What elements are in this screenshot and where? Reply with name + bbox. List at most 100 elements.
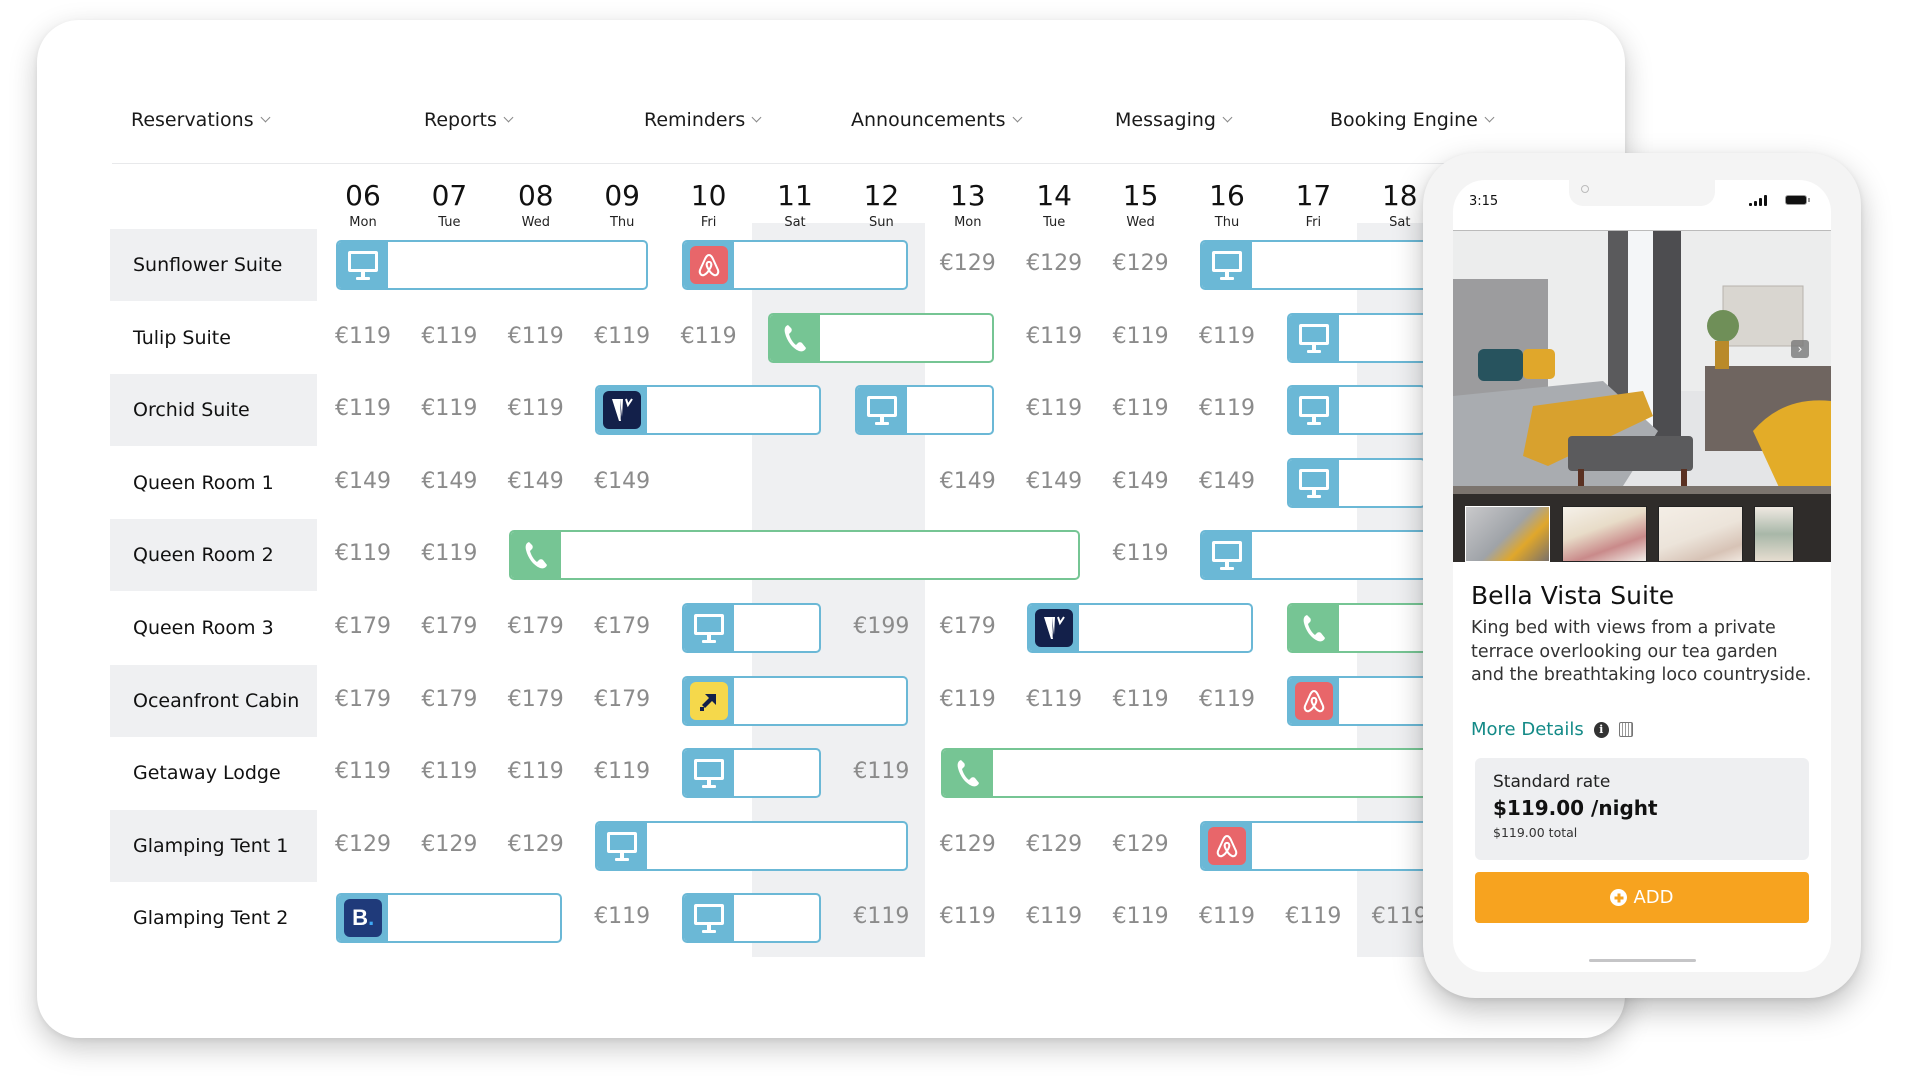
nightly-rate[interactable]: €179 (320, 614, 406, 639)
nightly-rate[interactable]: €119 (493, 324, 579, 349)
rate-card[interactable]: Standard rate $119.00 /night $119.00 tot… (1475, 758, 1809, 860)
booking-bar-vrbo[interactable] (1027, 603, 1254, 653)
nightly-rate[interactable]: €129 (1098, 251, 1184, 276)
booking-bar-direct[interactable] (681, 748, 822, 799)
booking-bar-phone[interactable] (509, 530, 1081, 581)
booking-bar-airbnb[interactable] (681, 240, 908, 290)
thumbnail-bedroom[interactable] (1465, 506, 1550, 562)
nightly-rate[interactable]: €179 (493, 614, 579, 639)
room-photo[interactable]: › (1453, 230, 1831, 562)
booking-bar-direct[interactable] (681, 603, 822, 653)
nightly-rate[interactable]: €119 (1184, 904, 1270, 929)
booking-bar-vrbo[interactable] (595, 385, 822, 436)
info-icon[interactable]: i (1593, 721, 1609, 738)
nightly-rate[interactable]: €119 (320, 759, 406, 784)
add-button[interactable]: ADD (1475, 872, 1809, 923)
date-header[interactable]: 17 Fri (1270, 180, 1356, 232)
date-header[interactable]: 12 Sun (838, 180, 924, 232)
booking-bar-expedia[interactable] (681, 675, 908, 726)
room-label[interactable]: Queen Room 1 (110, 447, 317, 519)
nightly-rate[interactable]: €119 (1098, 396, 1184, 421)
nightly-rate[interactable]: €119 (579, 759, 665, 784)
nightly-rate[interactable]: €119 (579, 324, 665, 349)
nightly-rate[interactable]: €149 (320, 469, 406, 494)
nightly-rate[interactable]: €119 (838, 759, 924, 784)
nightly-rate[interactable]: €119 (1098, 904, 1184, 929)
nightly-rate[interactable]: €119 (320, 396, 406, 421)
nightly-rate[interactable]: €179 (320, 687, 406, 712)
date-header[interactable]: 16 Thu (1184, 180, 1270, 232)
nightly-rate[interactable]: €119 (406, 541, 492, 566)
nav-reminders[interactable]: Reminders (644, 109, 762, 131)
thumbnail-room[interactable] (1658, 506, 1743, 562)
nightly-rate[interactable]: €179 (493, 687, 579, 712)
nightly-rate[interactable]: €149 (493, 469, 579, 494)
date-header[interactable]: 13 Mon (925, 180, 1011, 232)
nightly-rate[interactable]: €119 (1184, 687, 1270, 712)
nightly-rate[interactable]: €119 (1184, 324, 1270, 349)
nightly-rate[interactable]: €129 (925, 251, 1011, 276)
room-label[interactable]: Glamping Tent 1 (110, 809, 317, 882)
room-label[interactable]: Oceanfront Cabin (110, 664, 317, 737)
nightly-rate[interactable]: €149 (1184, 469, 1270, 494)
nightly-rate[interactable]: €119 (320, 324, 406, 349)
nav-announcements[interactable]: Announcements (851, 109, 1022, 131)
thumbnail-tea[interactable] (1562, 506, 1647, 562)
nav-messaging[interactable]: Messaging (1115, 109, 1233, 131)
more-details-link[interactable]: More Details (1471, 719, 1584, 740)
nightly-rate[interactable]: €119 (666, 324, 752, 349)
room-label[interactable]: Queen Room 3 (110, 592, 317, 664)
nightly-rate[interactable]: €179 (579, 687, 665, 712)
booking-bar-direct[interactable] (854, 385, 994, 436)
nightly-rate[interactable]: €119 (579, 904, 665, 929)
room-label[interactable]: Getaway Lodge (110, 737, 317, 809)
nightly-rate[interactable]: €119 (406, 759, 492, 784)
nav-reservations[interactable]: Reservations (131, 109, 271, 131)
nightly-rate[interactable]: €119 (320, 541, 406, 566)
date-header[interactable]: 11 Sat (752, 180, 838, 232)
nightly-rate[interactable]: €119 (406, 324, 492, 349)
date-header[interactable]: 07 Tue (406, 180, 492, 232)
booking-bar-phone[interactable] (768, 312, 994, 363)
booking-bar-direct[interactable] (681, 893, 822, 944)
nightly-rate[interactable]: €119 (493, 396, 579, 421)
room-label[interactable]: Orchid Suite (110, 374, 317, 447)
nightly-rate[interactable]: €119 (406, 396, 492, 421)
booking-bar-direct[interactable] (595, 820, 908, 871)
booking-bar-direct[interactable] (336, 240, 649, 290)
nightly-rate[interactable]: €129 (493, 832, 579, 857)
date-header[interactable]: 06 Mon (320, 180, 406, 232)
nav-booking-engine[interactable]: Booking Engine (1330, 109, 1495, 131)
nightly-rate[interactable]: €129 (1098, 832, 1184, 857)
nightly-rate[interactable]: €119 (1270, 904, 1356, 929)
nightly-rate[interactable]: €119 (1011, 324, 1097, 349)
nightly-rate[interactable]: €179 (925, 614, 1011, 639)
nightly-rate[interactable]: €199 (838, 614, 924, 639)
date-header[interactable]: 14 Tue (1011, 180, 1097, 232)
nightly-rate[interactable]: €119 (1098, 541, 1184, 566)
nightly-rate[interactable]: €119 (1098, 324, 1184, 349)
nightly-rate[interactable]: €119 (838, 904, 924, 929)
room-label[interactable]: Queen Room 2 (110, 519, 317, 592)
date-header[interactable]: 08 Wed (493, 180, 579, 232)
nightly-rate[interactable]: €129 (1011, 251, 1097, 276)
nightly-rate[interactable]: €149 (1098, 469, 1184, 494)
nightly-rate[interactable]: €119 (925, 904, 1011, 929)
nightly-rate[interactable]: €119 (925, 687, 1011, 712)
nightly-rate[interactable]: €129 (320, 832, 406, 857)
date-header[interactable]: 15 Wed (1098, 180, 1184, 232)
nightly-rate[interactable]: €119 (493, 759, 579, 784)
nightly-rate[interactable]: €149 (579, 469, 665, 494)
booking-bar-direct[interactable] (1286, 457, 1426, 508)
room-label[interactable]: Sunflower Suite (110, 229, 317, 301)
booking-bar-booking[interactable]: B. (336, 893, 562, 944)
nightly-rate[interactable]: €179 (579, 614, 665, 639)
nightly-rate[interactable]: €179 (406, 687, 492, 712)
calendar-icon[interactable] (1618, 722, 1633, 737)
nav-reports[interactable]: Reports (424, 109, 514, 131)
thumbnail-lounge[interactable] (1754, 506, 1794, 562)
nightly-rate[interactable]: €119 (1011, 904, 1097, 929)
nightly-rate[interactable]: €119 (1011, 396, 1097, 421)
nightly-rate[interactable]: €119 (1011, 687, 1097, 712)
room-label[interactable]: Glamping Tent 2 (110, 882, 317, 954)
